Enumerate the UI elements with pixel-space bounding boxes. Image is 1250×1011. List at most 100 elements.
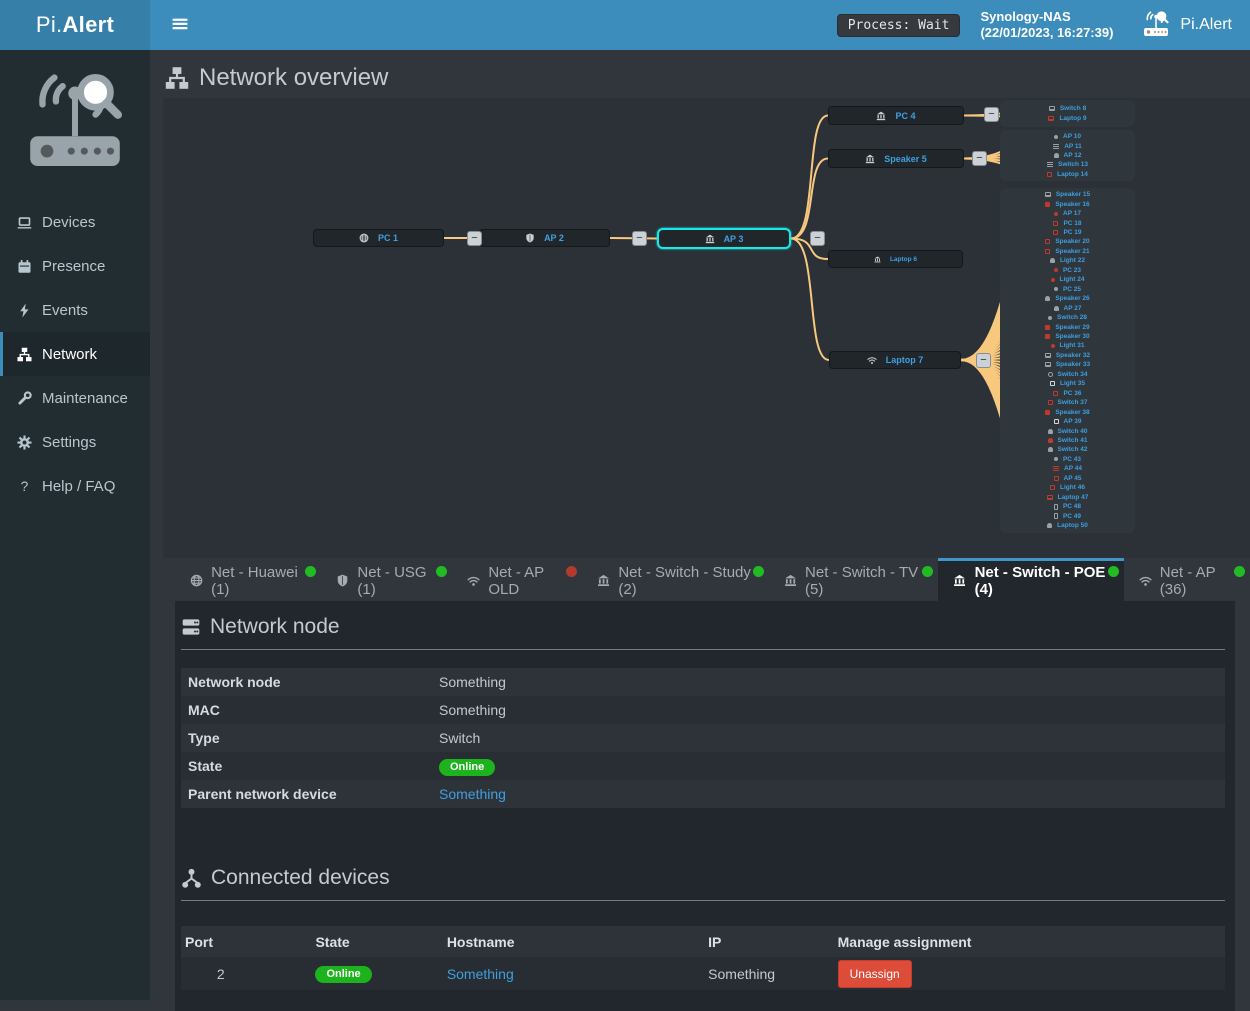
device-item-light-46[interactable]: Light 46 (1000, 483, 1135, 492)
divider (181, 649, 1225, 650)
collapse-minus-button[interactable]: − (810, 231, 825, 246)
device-item-laptop-47[interactable]: Laptop 47 (1000, 493, 1135, 502)
device-item-pc-36[interactable]: PC 36 (1000, 389, 1135, 398)
collapse-minus-button[interactable]: − (632, 231, 647, 246)
process-status-badge: Process: Wait (837, 14, 961, 37)
device-item-switch-42[interactable]: Switch 42 (1000, 445, 1135, 454)
device-item-label: PC 36 (1063, 390, 1081, 397)
device-item-speaker-30[interactable]: Speaker 30 (1000, 332, 1135, 341)
network-node-laptop-7[interactable]: Laptop 7 (829, 351, 961, 369)
sidebar-item-help-faq[interactable]: ?Help / FAQ (0, 464, 150, 508)
tab-label: Net - Switch - Study (2) (618, 564, 754, 598)
sidebar-item-label: Help / FAQ (42, 478, 115, 495)
device-item-light-24[interactable]: Light 24 (1000, 275, 1135, 284)
device-item-switch-8[interactable]: Switch 8 (1000, 104, 1135, 114)
sidebar-item-network[interactable]: Network (0, 332, 150, 376)
sidebar-item-maintenance[interactable]: Maintenance (0, 376, 150, 420)
tab-net-ap-36[interactable]: Net - AP (36) (1124, 558, 1250, 601)
network-node-ap-2[interactable]: AP 2 (479, 229, 610, 247)
network-node-pc-4[interactable]: PC 4 (828, 106, 964, 125)
device-item-light-35[interactable]: Light 35 (1000, 379, 1135, 388)
device-item-ap-27[interactable]: AP 27 (1000, 303, 1135, 312)
device-item-label: Switch 40 (1058, 428, 1088, 435)
sidebar-item-devices[interactable]: Devices (0, 200, 150, 244)
device-item-label: Switch 41 (1058, 437, 1088, 444)
device-item-speaker-26[interactable]: Speaker 26 (1000, 294, 1135, 303)
server-icon (181, 617, 201, 637)
device-item-ap-12[interactable]: AP 12 (1000, 151, 1135, 160)
square-o-device-icon (1053, 391, 1058, 396)
device-item-light-22[interactable]: Light 22 (1000, 256, 1135, 265)
tab-net-huawei-1[interactable]: Net - Huawei (1) (175, 558, 321, 601)
device-item-laptop-14[interactable]: Laptop 14 (1000, 170, 1135, 179)
laptop-device-icon (1045, 353, 1051, 358)
person-device-icon (1054, 153, 1059, 158)
device-item-speaker-15[interactable]: Speaker 15 (1000, 190, 1135, 199)
device-item-pc-18[interactable]: PC 18 (1000, 218, 1135, 227)
device-item-laptop-9[interactable]: Laptop 9 (1000, 114, 1135, 124)
network-node-pc-1[interactable]: PC 1 (313, 229, 444, 247)
device-item-speaker-29[interactable]: Speaker 29 (1000, 322, 1135, 331)
sidebar-item-settings[interactable]: Settings (0, 420, 150, 464)
device-item-ap-45[interactable]: AP 45 (1000, 474, 1135, 483)
network-node-speaker-5[interactable]: Speaker 5 (828, 149, 964, 168)
device-item-switch-40[interactable]: Switch 40 (1000, 426, 1135, 435)
collapse-minus-button[interactable]: − (972, 151, 987, 166)
device-item-ap-10[interactable]: AP 10 (1000, 132, 1135, 141)
dot-device-icon (1051, 278, 1055, 282)
device-item-speaker-16[interactable]: Speaker 16 (1000, 199, 1135, 208)
device-item-speaker-21[interactable]: Speaker 21 (1000, 247, 1135, 256)
parent-device-link[interactable]: Something (439, 786, 506, 802)
device-item-pc-43[interactable]: PC 43 (1000, 455, 1135, 464)
tab-net-switch-tv-5[interactable]: Net - Switch - TV (5) (769, 558, 939, 601)
collapse-minus-button[interactable]: − (976, 353, 991, 368)
device-item-ap-11[interactable]: AP 11 (1000, 141, 1135, 150)
device-item-speaker-38[interactable]: Speaker 38 (1000, 407, 1135, 416)
square-o-device-icon (1045, 239, 1050, 244)
device-item-light-31[interactable]: Light 31 (1000, 341, 1135, 350)
device-item-ap-39[interactable]: AP 39 (1000, 417, 1135, 426)
device-item-switch-34[interactable]: Switch 34 (1000, 370, 1135, 379)
tab-net-ap-old[interactable]: Net - AP OLD (452, 558, 582, 601)
device-item-switch-28[interactable]: Switch 28 (1000, 313, 1135, 322)
brand[interactable]: Pi.Alert (1141, 10, 1238, 40)
square-o-device-icon (1045, 249, 1050, 254)
sidebar-toggle-button[interactable] (163, 9, 197, 42)
hostname-link[interactable]: Something (447, 966, 514, 982)
sidebar-item-events[interactable]: Events (0, 288, 150, 332)
device-group-sp5: AP 10AP 11AP 12Switch 13Laptop 14 (1000, 130, 1135, 181)
device-item-pc-19[interactable]: PC 19 (1000, 228, 1135, 237)
tab-net-switch-study-2[interactable]: Net - Switch - Study (2) (582, 558, 769, 601)
device-item-laptop-50[interactable]: Laptop 50 (1000, 521, 1135, 530)
device-item-speaker-32[interactable]: Speaker 32 (1000, 351, 1135, 360)
network-node-ap-3[interactable]: AP 3 (657, 228, 791, 249)
laptop-device-icon (1045, 192, 1051, 197)
unassign-button[interactable]: Unassign (838, 960, 912, 988)
device-item-ap-17[interactable]: AP 17 (1000, 209, 1135, 218)
collapse-minus-button[interactable]: − (467, 231, 482, 246)
tab-net-usg-1[interactable]: Net - USG (1) (321, 558, 452, 601)
device-item-switch-41[interactable]: Switch 41 (1000, 436, 1135, 445)
device-item-pc-23[interactable]: PC 23 (1000, 266, 1135, 275)
device-item-speaker-33[interactable]: Speaker 33 (1000, 360, 1135, 369)
collapse-minus-button[interactable]: − (984, 107, 999, 122)
device-item-pc-25[interactable]: PC 25 (1000, 285, 1135, 294)
sidebar-item-presence[interactable]: Presence (0, 244, 150, 288)
online-badge: Online (439, 759, 495, 776)
navbar-right: Process: Wait Synology-NAS (22/01/2023, … (150, 0, 1250, 50)
bank-icon (865, 154, 875, 164)
person-device-icon (1045, 296, 1050, 301)
device-item-switch-13[interactable]: Switch 13 (1000, 160, 1135, 169)
speaker-device-icon (1054, 504, 1058, 510)
device-item-speaker-20[interactable]: Speaker 20 (1000, 237, 1135, 246)
cell-ip: Something (704, 957, 833, 990)
device-item-ap-44[interactable]: AP 44 (1000, 464, 1135, 473)
tab-net-switch-poe-4[interactable]: Net - Switch - POE (4) (938, 558, 1123, 601)
tab-label: Net - Switch - POE (4) (975, 564, 1109, 598)
device-item-pc-48[interactable]: PC 48 (1000, 502, 1135, 511)
app-logo[interactable]: Pi.Alert (0, 0, 150, 50)
device-item-pc-49[interactable]: PC 49 (1000, 511, 1135, 520)
network-node-laptop-6[interactable]: Laptop 6 (828, 250, 963, 268)
bars-device-icon (1047, 162, 1053, 167)
device-item-switch-37[interactable]: Switch 37 (1000, 398, 1135, 407)
